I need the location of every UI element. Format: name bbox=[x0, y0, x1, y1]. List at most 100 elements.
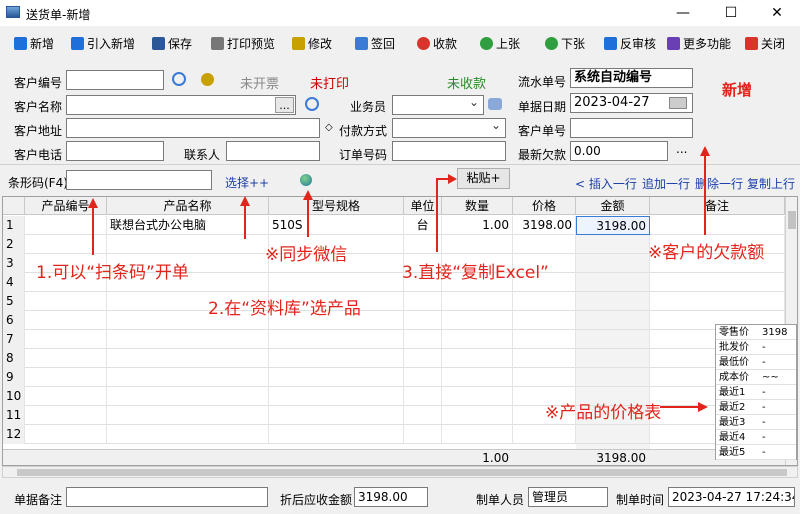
cell-name[interactable] bbox=[107, 349, 269, 368]
calendar-icon[interactable] bbox=[669, 97, 687, 109]
maximize-button[interactable]: ☐ bbox=[708, 0, 754, 26]
append-row-link[interactable]: 追加一行 bbox=[642, 175, 690, 192]
cell-model[interactable]: 510S bbox=[269, 216, 404, 235]
cell-note[interactable] bbox=[650, 273, 785, 292]
col-header-note[interactable]: 备注 bbox=[650, 197, 785, 215]
horizontal-scrollbar[interactable] bbox=[2, 466, 798, 478]
customer-picker-button[interactable]: ... bbox=[275, 97, 294, 113]
cell-unit[interactable] bbox=[404, 368, 442, 387]
cell-amount[interactable] bbox=[576, 235, 650, 254]
search-icon[interactable] bbox=[172, 72, 186, 86]
customer-address-input[interactable] bbox=[66, 118, 320, 138]
cell-code[interactable] bbox=[25, 330, 107, 349]
cell-amount[interactable] bbox=[576, 273, 650, 292]
cell-model[interactable] bbox=[269, 425, 404, 444]
paste-button[interactable]: 粘贴+ bbox=[457, 168, 510, 189]
cell-note[interactable] bbox=[650, 292, 785, 311]
cell-qty[interactable] bbox=[442, 235, 513, 254]
cell-code[interactable] bbox=[25, 292, 107, 311]
table-row[interactable]: 1 联想台式办公电脑 510S 台 1.00 3198.00 3198.00 bbox=[3, 216, 785, 235]
cell-unit[interactable] bbox=[404, 311, 442, 330]
cell-unit[interactable] bbox=[404, 292, 442, 311]
cell-model[interactable] bbox=[269, 349, 404, 368]
sign-back-button[interactable]: 签回 bbox=[355, 35, 395, 53]
cell-unit[interactable] bbox=[404, 425, 442, 444]
copy-prev-row-link[interactable]: 复制上行 bbox=[747, 175, 795, 192]
cell-code[interactable] bbox=[25, 406, 107, 425]
close-window-button[interactable]: ✕ bbox=[754, 0, 800, 26]
col-header-qty[interactable]: 数量 bbox=[442, 197, 513, 215]
cell-amount[interactable] bbox=[576, 311, 650, 330]
cell-amount[interactable] bbox=[576, 425, 650, 444]
col-header-price[interactable]: 价格 bbox=[513, 197, 576, 215]
cell-model[interactable] bbox=[269, 406, 404, 425]
table-row[interactable]: 5 bbox=[3, 292, 785, 311]
cell-price[interactable] bbox=[513, 349, 576, 368]
salesperson-select[interactable] bbox=[392, 95, 484, 115]
cell-name[interactable] bbox=[107, 330, 269, 349]
cell-code[interactable] bbox=[25, 425, 107, 444]
cell-amount[interactable] bbox=[576, 292, 650, 311]
link-icon[interactable] bbox=[201, 73, 214, 86]
cell-unit[interactable] bbox=[404, 330, 442, 349]
insert-row-link[interactable]: < 插入一行 bbox=[575, 175, 637, 192]
cell-model[interactable] bbox=[269, 368, 404, 387]
payment-method-select[interactable] bbox=[392, 118, 506, 138]
close-button[interactable]: 关闭 bbox=[745, 35, 785, 53]
print-preview-button[interactable]: 打印预览 bbox=[211, 35, 275, 53]
cell-qty[interactable] bbox=[442, 368, 513, 387]
table-row[interactable]: 12 bbox=[3, 425, 785, 444]
cell-qty[interactable] bbox=[442, 406, 513, 425]
cell-qty[interactable] bbox=[442, 311, 513, 330]
table-row[interactable]: 8 bbox=[3, 349, 785, 368]
col-header-model[interactable]: 型号规格 bbox=[269, 197, 404, 215]
table-row[interactable]: 7 bbox=[3, 330, 785, 349]
barcode-input[interactable] bbox=[66, 170, 212, 190]
cell-name[interactable] bbox=[107, 406, 269, 425]
cell-qty[interactable] bbox=[442, 292, 513, 311]
select-link[interactable]: 选择++ bbox=[225, 174, 269, 191]
next-button[interactable]: 下张 bbox=[545, 35, 585, 53]
delete-row-link[interactable]: 删除一行 bbox=[695, 175, 743, 192]
customer-code-input[interactable] bbox=[66, 70, 164, 90]
unapprove-button[interactable]: 反审核 bbox=[604, 35, 656, 53]
order-no-input[interactable] bbox=[392, 141, 506, 161]
cell-model[interactable] bbox=[269, 330, 404, 349]
cell-amount[interactable] bbox=[576, 254, 650, 273]
cell-price[interactable]: 3198.00 bbox=[513, 216, 576, 235]
cell-code[interactable] bbox=[25, 368, 107, 387]
save-button[interactable]: 保存 bbox=[152, 35, 192, 53]
cell-qty[interactable]: 1.00 bbox=[442, 216, 513, 235]
gem-icon[interactable] bbox=[488, 98, 502, 110]
cell-unit[interactable] bbox=[404, 406, 442, 425]
cell-name[interactable] bbox=[107, 425, 269, 444]
search-icon[interactable] bbox=[305, 97, 319, 111]
import-new-button[interactable]: 引入新增 bbox=[71, 35, 135, 53]
cell-model[interactable] bbox=[269, 387, 404, 406]
table-row[interactable]: 9 bbox=[3, 368, 785, 387]
table-row[interactable]: 6 bbox=[3, 311, 785, 330]
cell-name[interactable] bbox=[107, 387, 269, 406]
cell-unit[interactable] bbox=[404, 387, 442, 406]
cell-price[interactable] bbox=[513, 425, 576, 444]
customer-phone-input[interactable] bbox=[66, 141, 164, 161]
cell-amount[interactable] bbox=[576, 349, 650, 368]
contact-input[interactable] bbox=[226, 141, 320, 161]
minimize-button[interactable]: — bbox=[660, 0, 706, 26]
cell-code[interactable] bbox=[25, 235, 107, 254]
customer-order-input[interactable] bbox=[570, 118, 693, 138]
prev-button[interactable]: 上张 bbox=[480, 35, 520, 53]
debt-more-button[interactable]: ... bbox=[676, 142, 687, 156]
cell-model[interactable] bbox=[269, 273, 404, 292]
cell-name[interactable] bbox=[107, 368, 269, 387]
cell-qty[interactable] bbox=[442, 349, 513, 368]
cell-amount[interactable] bbox=[576, 368, 650, 387]
product-grid[interactable]: 产品编号 产品名称 型号规格 单位 数量 价格 金额 备注 1 联想台式办公电脑 5… bbox=[2, 196, 798, 466]
cell-amount[interactable]: 3198.00 bbox=[576, 216, 650, 235]
collect-button[interactable]: 收款 bbox=[417, 35, 457, 53]
table-row[interactable]: 11 bbox=[3, 406, 785, 425]
cell-code[interactable] bbox=[25, 349, 107, 368]
cell-unit[interactable] bbox=[404, 349, 442, 368]
cell-code[interactable] bbox=[25, 387, 107, 406]
customer-name-input[interactable] bbox=[66, 95, 296, 115]
